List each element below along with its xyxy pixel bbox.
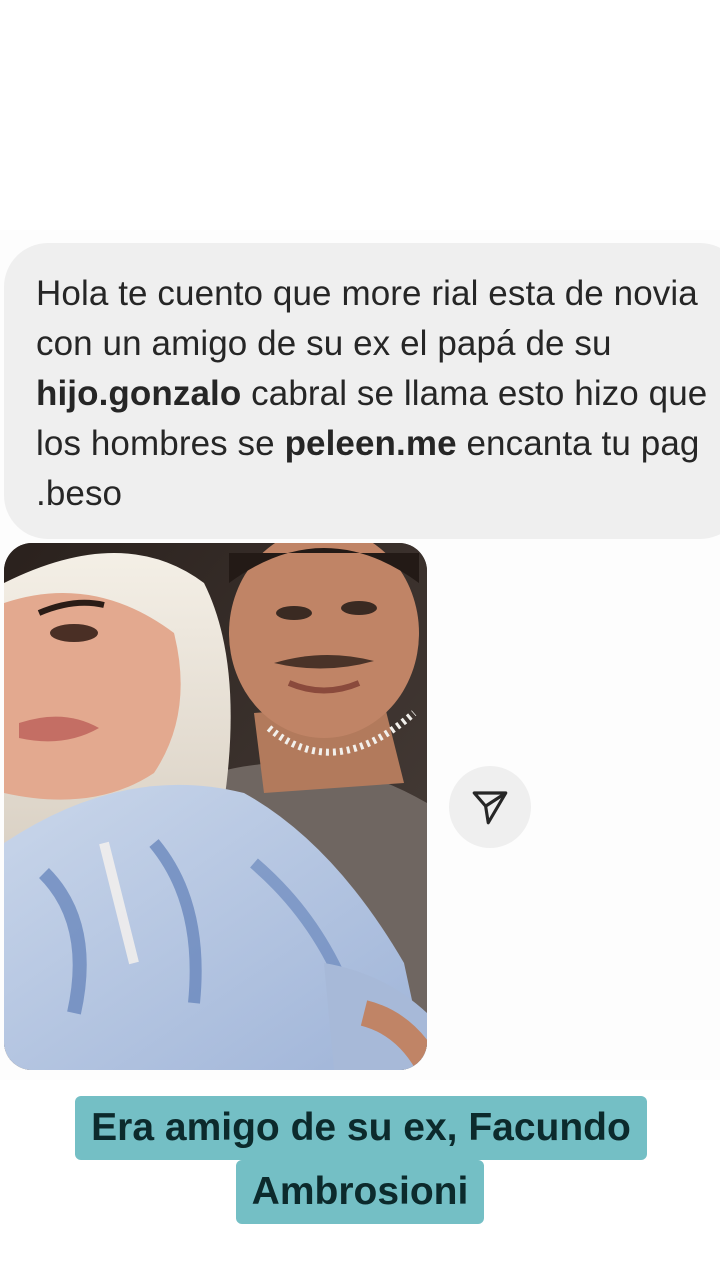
caption-line-2: Ambrosioni — [235, 1160, 485, 1224]
message-text: Hola te cuento que more rial esta de nov… — [36, 269, 720, 519]
message-text-part: Hola te cuento que more rial esta de nov… — [36, 274, 698, 363]
share-button[interactable] — [449, 766, 531, 848]
story-screen: Hola te cuento que more rial esta de nov… — [0, 0, 720, 1280]
photo-illustration — [4, 543, 427, 1070]
caption-line-1: Era amigo de su ex, Facundo — [75, 1096, 647, 1160]
top-blank-area — [0, 0, 720, 230]
message-link-hijo-gonzalo[interactable]: hijo.gonzalo — [36, 374, 241, 413]
story-caption: Era amigo de su ex, Facundo Ambrosioni — [0, 1096, 720, 1224]
shared-photo[interactable] — [4, 543, 427, 1070]
send-icon — [472, 791, 508, 825]
message-bubble[interactable]: Hola te cuento que more rial esta de nov… — [4, 243, 720, 539]
message-link-peleen-me[interactable]: peleen.me — [285, 424, 457, 463]
